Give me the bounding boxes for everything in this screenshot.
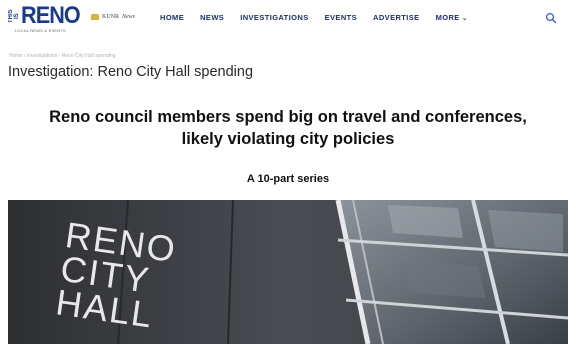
nav-item-more[interactable]: MORE ⌄ bbox=[436, 13, 468, 22]
nav-item-news[interactable]: NEWS bbox=[200, 13, 224, 22]
partner-label: KUNR bbox=[102, 14, 120, 20]
partner-mark-icon bbox=[91, 14, 99, 20]
partner-sub: News bbox=[122, 14, 136, 20]
article-headline: Reno council members spend big on travel… bbox=[0, 106, 576, 150]
partner-logo[interactable]: KUNR News bbox=[91, 14, 135, 20]
headline-line-1: Reno council members spend big on travel… bbox=[49, 108, 527, 126]
city-hall-sign: RENO CITY HALL bbox=[53, 214, 179, 336]
nav-item-investigations[interactable]: INVESTIGATIONS bbox=[240, 13, 308, 22]
nav-item-events[interactable]: EVENTS bbox=[325, 13, 357, 22]
search-icon[interactable] bbox=[545, 11, 557, 24]
site-header: THIS IS RENO LOCAL NEWS & EVENTS KUNR Ne… bbox=[0, 0, 576, 38]
section-kicker: Investigation: Reno City Hall spending bbox=[8, 64, 254, 80]
main-nav: HOME NEWS INVESTIGATIONS EVENTS ADVERTIS… bbox=[160, 13, 484, 22]
logo-tagline: LOCAL NEWS & EVENTS bbox=[15, 28, 66, 33]
headline-line-2: likely violating city policies bbox=[181, 130, 395, 148]
chevron-down-icon: ⌄ bbox=[461, 15, 468, 22]
logo-name: RENO bbox=[21, 2, 81, 29]
hero-image: RENO CITY HALL bbox=[8, 200, 568, 344]
logo-prefix: THIS IS bbox=[8, 9, 20, 23]
series-label: A 10-part series bbox=[246, 173, 330, 185]
breadcrumb[interactable]: Home › Investigations › Reno City Hall s… bbox=[9, 53, 115, 59]
nav-more-label: MORE bbox=[435, 13, 460, 22]
site-logo[interactable]: THIS IS RENO LOCAL NEWS & EVENTS bbox=[8, 2, 86, 34]
nav-item-home[interactable]: HOME bbox=[160, 13, 184, 22]
nav-item-advertise[interactable]: ADVERTISE bbox=[373, 13, 420, 22]
